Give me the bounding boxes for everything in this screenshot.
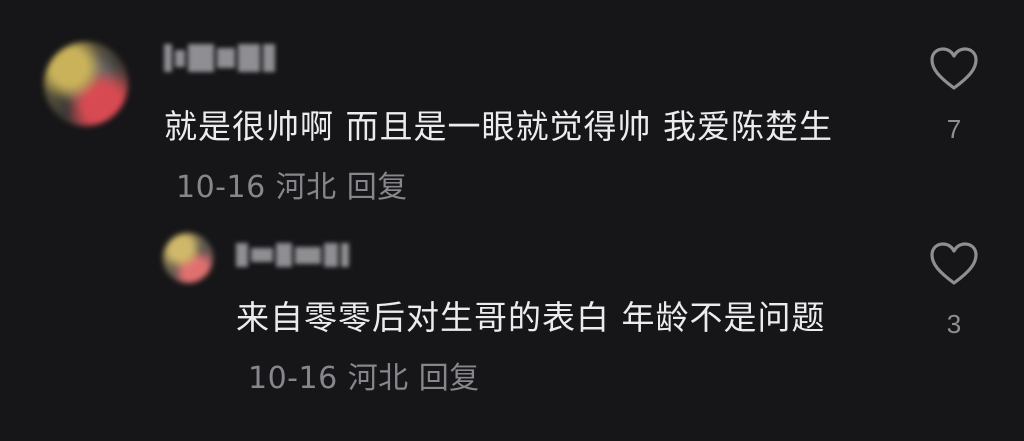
comment-item: 就是很帅啊 而且是一眼就觉得帅 我爱陈楚生 10-16 河北 回复 7 bbox=[0, 0, 1024, 225]
like-control[interactable]: 3 bbox=[924, 241, 984, 340]
heart-outline-icon[interactable] bbox=[929, 241, 979, 287]
comment-text: 来自零零后对生哥的表白 年龄不是问题 10-16 河北 回复 bbox=[236, 288, 856, 408]
avatar[interactable] bbox=[163, 233, 213, 283]
comment-meta: 10-16 河北 回复 bbox=[176, 170, 408, 205]
avatar[interactable] bbox=[44, 42, 128, 126]
comment-date: 10-16 bbox=[248, 361, 338, 396]
like-count: 3 bbox=[946, 309, 962, 339]
comment-date: 10-16 bbox=[176, 170, 266, 205]
comment-location: 河北 bbox=[347, 361, 409, 396]
reply-button[interactable]: 回复 bbox=[419, 361, 480, 396]
reply-button[interactable]: 回复 bbox=[347, 170, 408, 205]
comment-location: 河北 bbox=[275, 170, 337, 205]
like-count: 7 bbox=[946, 114, 962, 144]
heart-outline-icon[interactable] bbox=[929, 46, 979, 92]
username-blurred[interactable] bbox=[236, 243, 352, 267]
comment-content: 来自零零后对生哥的表白 年龄不是问题 bbox=[236, 298, 826, 337]
comment-list: 就是很帅啊 而且是一眼就觉得帅 我爱陈楚生10-16 河北 回复 7 来自零零后对生… bbox=[0, 0, 1024, 441]
like-control[interactable]: 7 bbox=[924, 46, 984, 145]
reply-item: 来自零零后对生哥的表白 年龄不是问题 10-16 河北 回复 3 bbox=[0, 225, 1024, 441]
username-blurred[interactable] bbox=[164, 44, 278, 72]
comment-content: 就是很帅啊 而且是一眼就觉得帅 我爱陈楚生 bbox=[164, 107, 833, 146]
comment-meta: 10-16 河北 回复 bbox=[248, 361, 480, 396]
comment-text: 就是很帅啊 而且是一眼就觉得帅 我爱陈楚生 10-16 河北 回复 bbox=[164, 97, 884, 217]
